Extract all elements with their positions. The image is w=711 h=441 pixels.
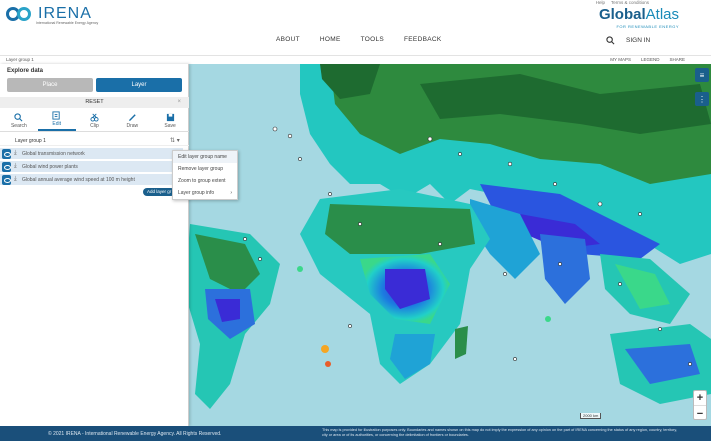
- main-nav: ABOUT HOME TOOLS FEEDBACK: [276, 36, 441, 43]
- layer-label: Global annual average wind speed at 100 …: [22, 177, 135, 183]
- tab-search-label: Search: [10, 123, 27, 129]
- panel-tabs: Search Edit Clip Draw Save: [0, 110, 189, 132]
- layer-row[interactable]: ⤓ Global wind power plants: [0, 161, 183, 173]
- tab-save-label: Save: [164, 123, 176, 129]
- draw-icon: [128, 114, 136, 122]
- layer-toggle[interactable]: Layer: [96, 78, 182, 92]
- layer-row[interactable]: ⤓ Global annual average wind speed at 10…: [0, 174, 183, 186]
- tab-edit[interactable]: Edit: [37, 110, 76, 131]
- layer-label: Global transmission network: [22, 151, 85, 157]
- menu-item-label: Zoom to group extent: [178, 178, 226, 184]
- brand-light: Atlas: [645, 6, 679, 23]
- place-toggle[interactable]: Place: [7, 78, 93, 92]
- edit-icon: [52, 111, 60, 120]
- top-links: Help Terms & conditions: [596, 0, 649, 5]
- menu-zoom-to-extent[interactable]: Zoom to group extent: [173, 175, 237, 187]
- tab-save[interactable]: Save: [151, 110, 189, 131]
- global-atlas-logo[interactable]: GlobalAtlas: [599, 6, 679, 23]
- zoom-out-button[interactable]: −: [694, 406, 706, 421]
- explore-panel: Explore data Place Layer RESET × Search …: [0, 64, 189, 426]
- download-icon[interactable]: ⤓: [14, 150, 17, 157]
- visibility-eye-icon[interactable]: [2, 162, 11, 172]
- tab-draw[interactable]: Draw: [113, 110, 151, 131]
- nav-tools[interactable]: TOOLS: [361, 36, 384, 43]
- tab-draw-label: Draw: [126, 123, 139, 129]
- search-icon[interactable]: [606, 36, 615, 45]
- clip-icon: [90, 113, 99, 122]
- share-button[interactable]: SHARE: [669, 57, 685, 62]
- menu-remove-group[interactable]: Remove layer group: [173, 163, 237, 175]
- map-tools: MY MAPS LEGEND SHARE: [610, 57, 685, 62]
- tab-search[interactable]: Search: [0, 110, 38, 131]
- layer-row[interactable]: ⤓ Global transmission network: [0, 148, 183, 160]
- add-layer-group-button[interactable]: Add layer gr: [143, 188, 176, 196]
- irena-logo-icon: [6, 7, 34, 21]
- save-icon: [166, 113, 174, 122]
- terms-link[interactable]: Terms & conditions: [611, 0, 649, 5]
- layer-group-context-menu: Edit layer group name Remove layer group…: [172, 150, 238, 200]
- layer-group-row[interactable]: Layer group 1 ⇅ ▾: [0, 136, 189, 146]
- nav-about[interactable]: ABOUT: [276, 36, 300, 43]
- menu-group-info[interactable]: Layer group info ›: [173, 187, 237, 199]
- reset-bar[interactable]: RESET ×: [0, 97, 189, 108]
- copyright-text: © 2021 IRENA - International Renewable E…: [48, 431, 222, 437]
- sign-in-link[interactable]: SIGN IN: [626, 37, 650, 44]
- page: IRENA International Renewable Energy Age…: [0, 0, 711, 441]
- layer-group-label: Layer group 1: [15, 138, 46, 144]
- download-icon[interactable]: ⤓: [14, 163, 17, 170]
- help-link[interactable]: Help: [596, 0, 605, 5]
- panel-title: Explore data: [7, 68, 44, 74]
- group-options-icon[interactable]: ⇅ ▾: [170, 137, 180, 144]
- tab-clip[interactable]: Clip: [76, 110, 114, 131]
- brand-subtitle: FOR RENEWABLE ENERGY: [616, 24, 679, 29]
- menu-item-label: Edit layer group name: [178, 154, 227, 160]
- more-options-icon[interactable]: ⋮: [695, 92, 709, 106]
- layers-icon[interactable]: ≡: [695, 68, 709, 82]
- zoom-control: + −: [693, 390, 707, 420]
- menu-item-label: Remove layer group: [178, 166, 224, 172]
- layer-label: Global wind power plants: [22, 164, 78, 170]
- visibility-eye-icon[interactable]: [2, 175, 11, 185]
- tab-edit-label: Edit: [52, 121, 61, 127]
- breadcrumb: Layer group 1: [6, 57, 34, 62]
- map-toolbar: Layer group 1 MY MAPS LEGEND SHARE: [0, 56, 711, 64]
- brand-bold: Global: [598, 6, 646, 23]
- tab-clip-label: Clip: [90, 123, 99, 129]
- close-icon[interactable]: ×: [177, 97, 181, 108]
- zoom-in-button[interactable]: +: [694, 391, 706, 406]
- download-icon[interactable]: ⤓: [14, 176, 17, 183]
- legend-button[interactable]: LEGEND: [641, 57, 660, 62]
- scale-bar: 2000 km: [580, 413, 602, 419]
- search-icon: [14, 113, 23, 122]
- chevron-right-icon: ›: [230, 190, 232, 196]
- logo-subtitle: International Renewable Energy Agency: [36, 21, 99, 25]
- map-disclaimer: This map is provided for illustration pu…: [322, 428, 677, 437]
- visibility-eye-icon[interactable]: [2, 149, 11, 159]
- menu-edit-group-name[interactable]: Edit layer group name: [173, 151, 237, 163]
- menu-item-label: Layer group info: [178, 190, 215, 196]
- nav-feedback[interactable]: FEEDBACK: [404, 36, 441, 43]
- header: IRENA International Renewable Energy Age…: [0, 0, 711, 56]
- my-maps-button[interactable]: MY MAPS: [610, 57, 631, 62]
- reset-label: RESET: [85, 99, 104, 105]
- footer: © 2021 IRENA - International Renewable E…: [0, 426, 711, 441]
- nav-home[interactable]: HOME: [320, 36, 341, 43]
